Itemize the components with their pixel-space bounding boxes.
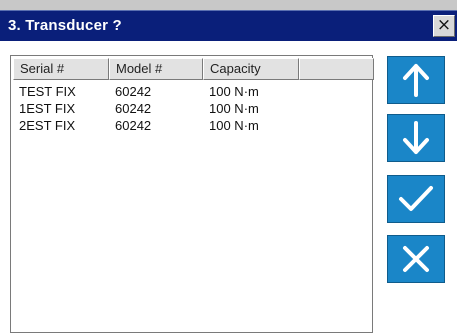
- close-button[interactable]: ×: [433, 15, 455, 37]
- cell-serial: 1EST FIX: [19, 101, 76, 116]
- up-button[interactable]: [387, 56, 445, 104]
- list-rows: TEST FIX 60242 100 N·m 1EST FIX 60242 10…: [13, 83, 299, 134]
- x-icon: [403, 246, 429, 272]
- check-icon: [399, 186, 433, 211]
- column-header-serial[interactable]: Serial #: [13, 58, 109, 80]
- column-header-capacity[interactable]: Capacity: [203, 58, 299, 80]
- list-row[interactable]: 2EST FIX 60242 100 N·m: [13, 117, 299, 134]
- dialog-titlebar: 3. Transducer ? ×: [0, 10, 457, 41]
- arrow-down-icon: [403, 121, 429, 154]
- cell-capacity: 100 N·m: [209, 101, 259, 116]
- arrow-up-icon: [403, 64, 429, 97]
- transducer-list[interactable]: Serial # Model # Capacity TEST FIX 60242…: [10, 55, 374, 333]
- cell-serial: 2EST FIX: [19, 118, 76, 133]
- cell-model: 60242: [115, 118, 152, 133]
- list-row[interactable]: 1EST FIX 60242 100 N·m: [13, 100, 299, 117]
- dialog-title: 3. Transducer ?: [8, 17, 122, 34]
- cell-capacity: 100 N·m: [209, 84, 259, 99]
- list-header: Serial # Model # Capacity: [13, 58, 374, 80]
- column-header-model[interactable]: Model #: [109, 58, 203, 80]
- cell-capacity: 100 N·m: [209, 118, 259, 133]
- cell-serial: TEST FIX: [19, 84, 76, 99]
- cell-model: 60242: [115, 101, 152, 116]
- confirm-button[interactable]: [387, 175, 445, 223]
- cell-model: 60242: [115, 84, 152, 99]
- column-header-empty[interactable]: [299, 58, 374, 80]
- list-row[interactable]: TEST FIX 60242 100 N·m: [13, 83, 299, 100]
- top-strip: [0, 0, 457, 10]
- cancel-button[interactable]: [387, 235, 445, 283]
- close-icon: ×: [436, 15, 452, 35]
- dialog-body: Serial # Model # Capacity TEST FIX 60242…: [0, 41, 457, 333]
- down-button[interactable]: [387, 114, 445, 162]
